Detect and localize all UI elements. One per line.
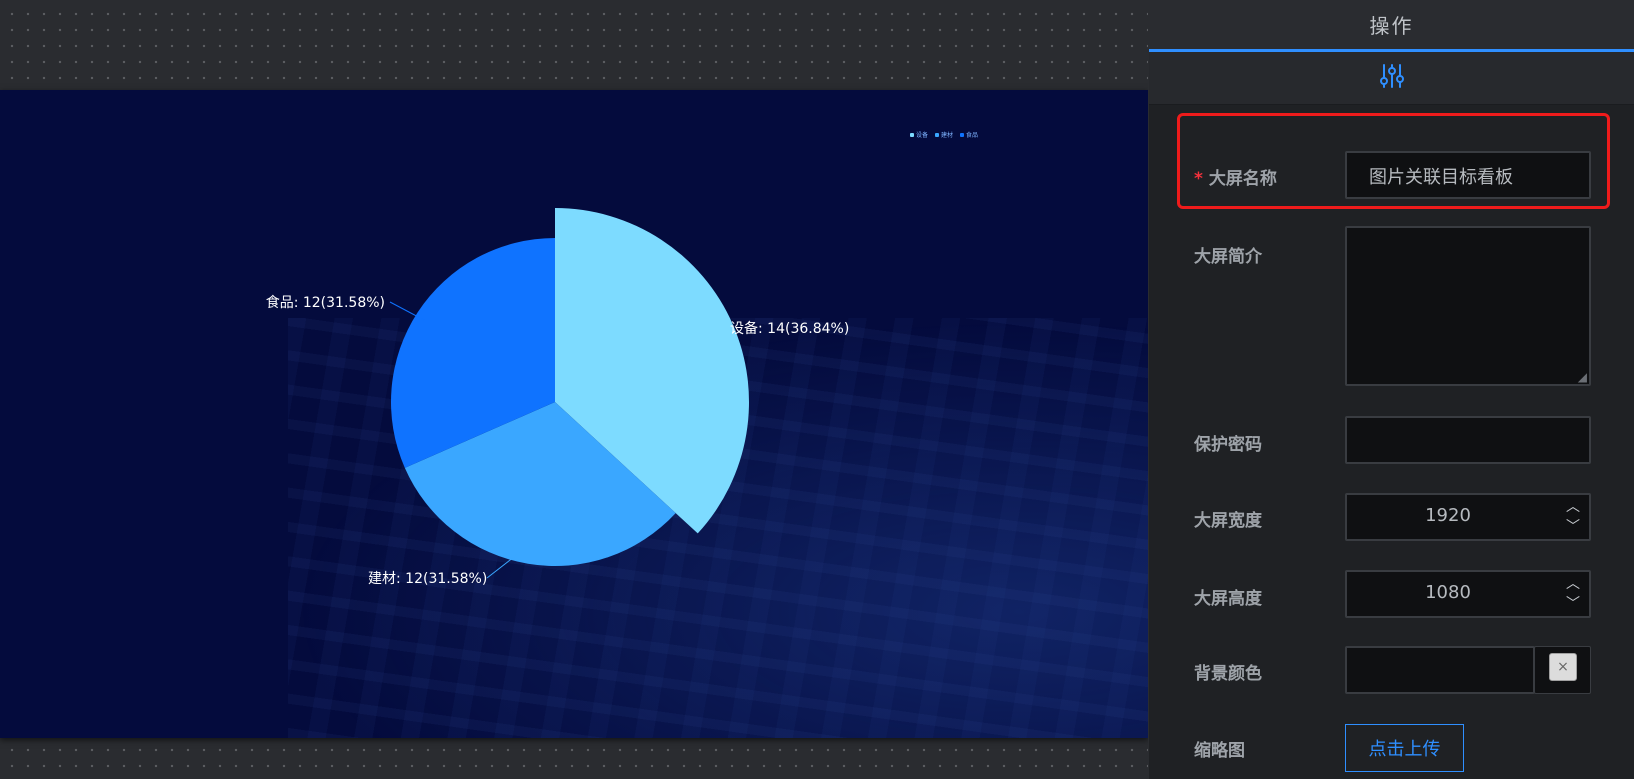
width-increase-icon[interactable]: ︿	[1563, 497, 1583, 517]
width-stepper[interactable]: 1920 ︿ ﹀	[1345, 493, 1591, 541]
password-label: 保护密码	[1194, 435, 1262, 455]
resize-handle-icon[interactable]: ◢	[1578, 370, 1587, 384]
height-label: 大屏高度	[1194, 589, 1262, 609]
width-value: 1920	[1425, 505, 1471, 526]
upload-button[interactable]: 点击上传	[1345, 724, 1464, 772]
height-value: 1080	[1425, 582, 1471, 603]
password-input[interactable]	[1345, 416, 1591, 464]
thumbnail-label: 缩略图	[1194, 741, 1245, 761]
required-mark: *	[1194, 169, 1203, 189]
width-label: 大屏宽度	[1194, 511, 1262, 531]
screen-name-input[interactable]: 图片关联目标看板	[1345, 151, 1591, 199]
slice-data-label: 设备: 14(36.84%)	[730, 320, 849, 337]
width-stepper-buttons: ︿ ﹀	[1563, 497, 1583, 537]
tab-settings[interactable]	[1149, 52, 1634, 105]
clear-color-button[interactable]: ×	[1549, 653, 1577, 681]
description-textarea[interactable]: ◢	[1345, 226, 1591, 386]
width-decrease-icon[interactable]: ﹀	[1563, 517, 1583, 537]
sliders-icon	[1378, 62, 1406, 94]
panel-title: 操作	[1149, 0, 1634, 52]
editor-canvas: 设备 建材 食品 设备: 14(36.84%) 建材: 12(31.58%) 食品: 1…	[0, 0, 1148, 779]
height-increase-icon[interactable]: ︿	[1563, 574, 1583, 594]
height-stepper-buttons: ︿ ﹀	[1563, 574, 1583, 614]
screen-name-value: 图片关联目标看板	[1369, 167, 1513, 188]
slice-data-label: 建材: 12(31.58%)	[368, 571, 487, 587]
description-label: 大屏简介	[1194, 247, 1262, 267]
dashboard-preview[interactable]: 设备 建材 食品 设备: 14(36.84%) 建材: 12(31.58%) 食品: 1…	[0, 90, 1148, 738]
screen-name-label: * 大屏名称	[1194, 164, 1277, 189]
background-color-label: 背景颜色	[1194, 664, 1262, 684]
pie-chart: 设备: 14(36.84%) 建材: 12(31.58%) 食品: 12(31.58…	[266, 208, 849, 587]
height-decrease-icon[interactable]: ﹀	[1563, 594, 1583, 614]
panel-title-text: 操作	[1369, 14, 1414, 38]
height-stepper[interactable]: 1080 ︿ ﹀	[1345, 570, 1591, 618]
screen-name-label-text: 大屏名称	[1208, 169, 1277, 189]
slice-data-label: 食品: 12(31.58%)	[266, 294, 385, 311]
background-color-input[interactable]	[1345, 646, 1535, 694]
